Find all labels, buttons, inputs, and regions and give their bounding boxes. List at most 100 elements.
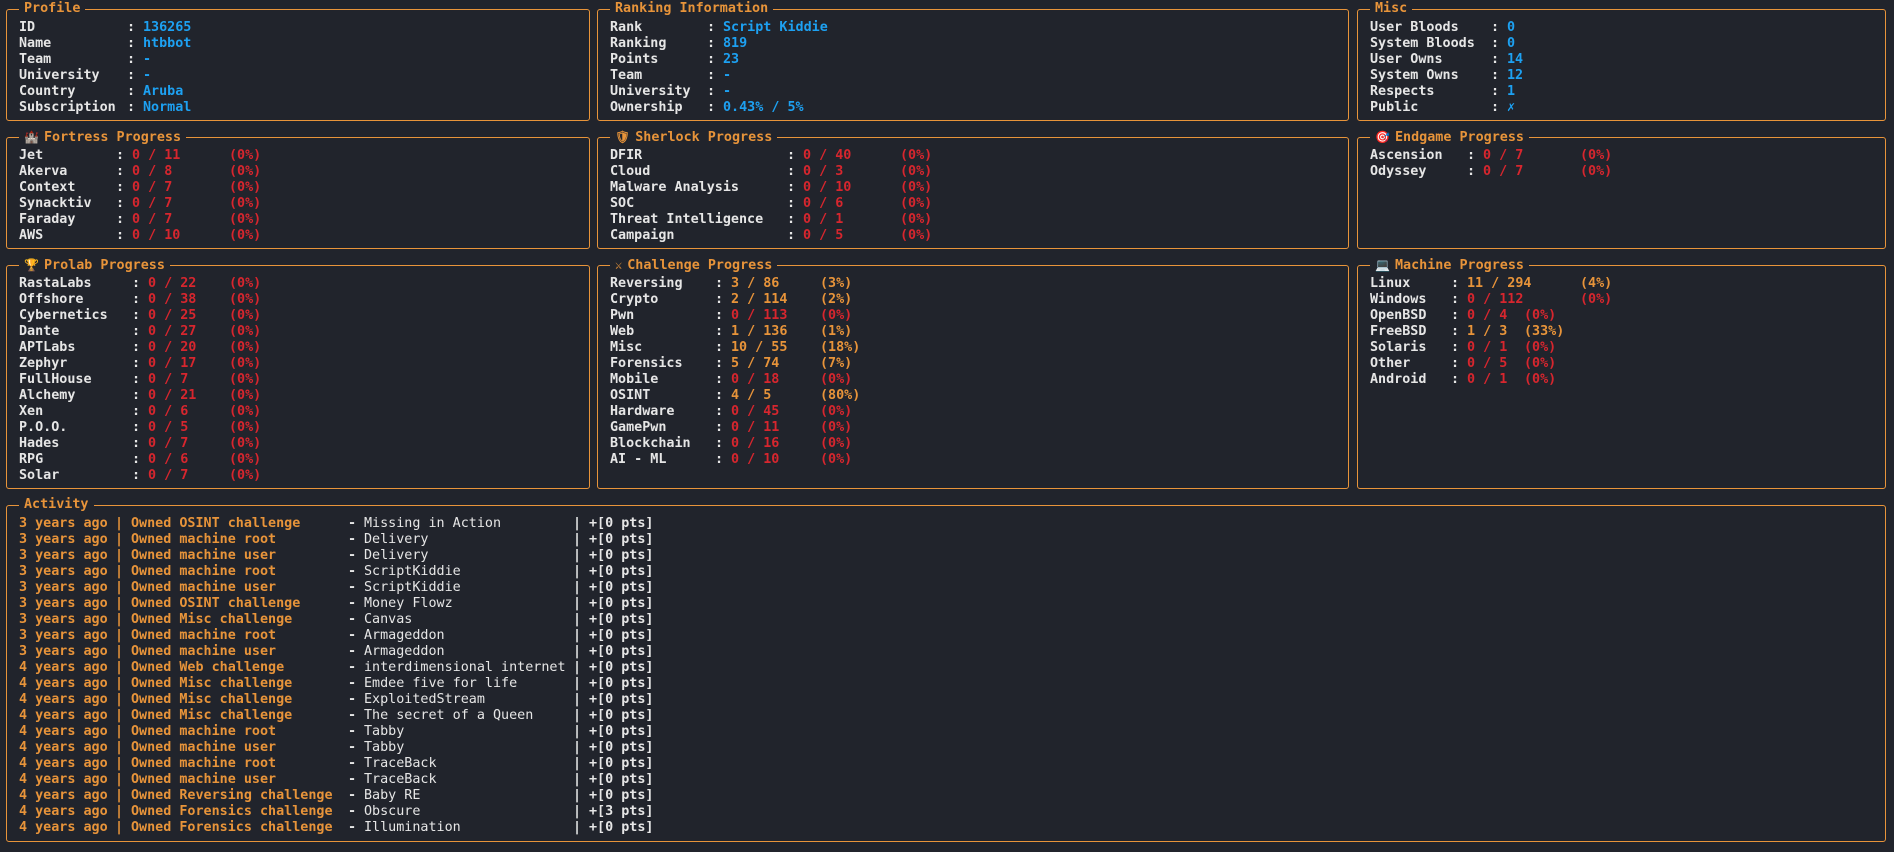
pipe-separator: | [115, 548, 131, 563]
activity-action: Owned machine root [131, 756, 277, 771]
machine-count: 11 / 294 [1467, 276, 1532, 291]
sherlock-label: Campaign [610, 228, 675, 243]
challenge-label: Pwn [610, 308, 635, 323]
challenge-row: GamePwn: 0 / 11 (0%) [610, 420, 1340, 436]
shield-icon: 🛡 [615, 130, 631, 144]
prolab-label: Cybernetics [19, 308, 108, 323]
activity-target: ScriptKiddie [364, 580, 461, 595]
dash-separator: - [348, 676, 364, 691]
fortress-count: 0 / 7 [132, 212, 173, 227]
activity-action: Owned machine user [131, 644, 277, 659]
machine-percent: (0%) [1524, 340, 1557, 355]
pipe-separator: | [573, 740, 589, 755]
colon-separator: : [715, 356, 731, 371]
target-icon: 🎯 [1375, 130, 1390, 144]
prolab-row: Cybernetics: 0 / 25 (0%) [19, 308, 581, 324]
prolab-count: 0 / 25 [148, 308, 197, 323]
sherlock-row: Cloud: 0 / 3 (0%) [610, 164, 1340, 180]
machine-row: OpenBSD: 0 / 4 (0%) [1370, 308, 1877, 324]
activity-action: Owned Web challenge [131, 660, 285, 675]
prolab-label: Dante [19, 324, 60, 339]
activity-title: Activity [19, 496, 94, 514]
machine-percent: (0%) [1524, 372, 1557, 387]
activity-points: +[0 pts] [589, 612, 654, 627]
castle-icon: 🏰 [24, 130, 39, 144]
challenge-count: 1 / 136 [731, 324, 788, 339]
profile-value: Aruba [143, 84, 184, 99]
activity-points: +[0 pts] [589, 692, 654, 707]
prolab-row: Zephyr: 0 / 17 (0%) [19, 356, 581, 372]
colon-separator: : [715, 404, 731, 419]
sherlock-title-text: Sherlock Progress [635, 130, 773, 145]
colon-separator: : [127, 100, 143, 115]
activity-points: +[0 pts] [589, 580, 654, 595]
challenge-percent: (0%) [820, 372, 853, 387]
ranking-rows: Rank: Script Kiddie Ranking: 819 Points: 2… [610, 20, 1340, 116]
colon-separator: : [127, 52, 143, 67]
activity-points: +[0 pts] [589, 548, 654, 563]
pipe-separator: | [115, 564, 131, 579]
dash-separator: - [348, 692, 364, 707]
activity-time: 4 years ago [19, 788, 108, 803]
sherlock-row: Malware Analysis: 0 / 10 (0%) [610, 180, 1340, 196]
ranking-value: 23 [723, 52, 740, 67]
pipe-separator: | [115, 516, 131, 531]
colon-separator: : [1491, 52, 1507, 67]
fortress-percent: (0%) [229, 196, 262, 211]
prolab-row: RastaLabs: 0 / 22 (0%) [19, 276, 581, 292]
activity-action: Owned machine user [131, 772, 277, 787]
activity-points: +[0 pts] [589, 740, 654, 755]
misc-value: 0 [1507, 36, 1516, 51]
endgame-label: Odyssey [1370, 164, 1427, 179]
pipe-separator: | [115, 804, 131, 819]
challenge-count: 2 / 114 [731, 292, 788, 307]
pipe-separator: | [573, 580, 589, 595]
pipe-separator: | [115, 532, 131, 547]
activity-time: 3 years ago [19, 596, 108, 611]
activity-target: Money Flowz [364, 596, 453, 611]
fortress-percent: (0%) [229, 148, 262, 163]
fortress-percent: (0%) [229, 164, 262, 179]
activity-action: Owned machine user [131, 580, 277, 595]
fortress-row: Jet: 0 / 11 (0%) [19, 148, 581, 164]
fortress-count: 0 / 10 [132, 228, 181, 243]
machine-label: Linux [1370, 276, 1411, 291]
prolab-count: 0 / 6 [148, 404, 189, 419]
activity-target: Delivery [364, 548, 429, 563]
activity-points: +[0 pts] [589, 564, 654, 579]
activity-target: Delivery [364, 532, 429, 547]
misc-label: Public [1370, 100, 1419, 115]
dash-separator: - [348, 564, 364, 579]
ranking-value: Script Kiddie [723, 20, 828, 35]
endgame-count: 0 / 7 [1483, 164, 1524, 179]
activity-target: Obscure [364, 804, 421, 819]
misc-title: Misc [1370, 0, 1413, 18]
prolab-label: RPG [19, 452, 44, 467]
endgame-row: Odyssey: 0 / 7 (0%) [1370, 164, 1877, 180]
colon-separator: : [715, 324, 731, 339]
misc-row: System Owns: 12 [1370, 68, 1877, 84]
challenge-row: AI - ML: 0 / 10 (0%) [610, 452, 1340, 468]
pipe-separator: | [573, 532, 589, 547]
activity-points: +[0 pts] [589, 676, 654, 691]
challenge-count: 4 / 5 [731, 388, 772, 403]
activity-row: 3 years ago | Owned machine user - Armaged… [19, 644, 1877, 660]
colon-separator: : [787, 148, 803, 163]
ranking-value: 819 [723, 36, 748, 51]
prolab-label: Solar [19, 468, 60, 483]
machine-label: Android [1370, 372, 1427, 387]
prolab-count: 0 / 38 [148, 292, 197, 307]
machine-title: 💻 Machine Progress [1370, 256, 1529, 275]
activity-target: Emdee five for life [364, 676, 518, 691]
prolab-title-text: Prolab Progress [43, 258, 165, 273]
machine-rows: Linux: 11 / 294 (4%) Windows: 0 / 112 (0%) O… [1370, 276, 1877, 388]
sherlock-count: 0 / 40 [803, 148, 852, 163]
colon-separator: : [132, 468, 148, 483]
machine-percent: (0%) [1580, 292, 1613, 307]
fortress-label: Jet [19, 148, 44, 163]
misc-label: User Owns [1370, 52, 1443, 67]
activity-row: 3 years ago | Owned OSINT challenge - Mone… [19, 596, 1877, 612]
prolab-label: Xen [19, 404, 44, 419]
colon-separator: : [1491, 68, 1507, 83]
prolab-label: Alchemy [19, 388, 76, 403]
